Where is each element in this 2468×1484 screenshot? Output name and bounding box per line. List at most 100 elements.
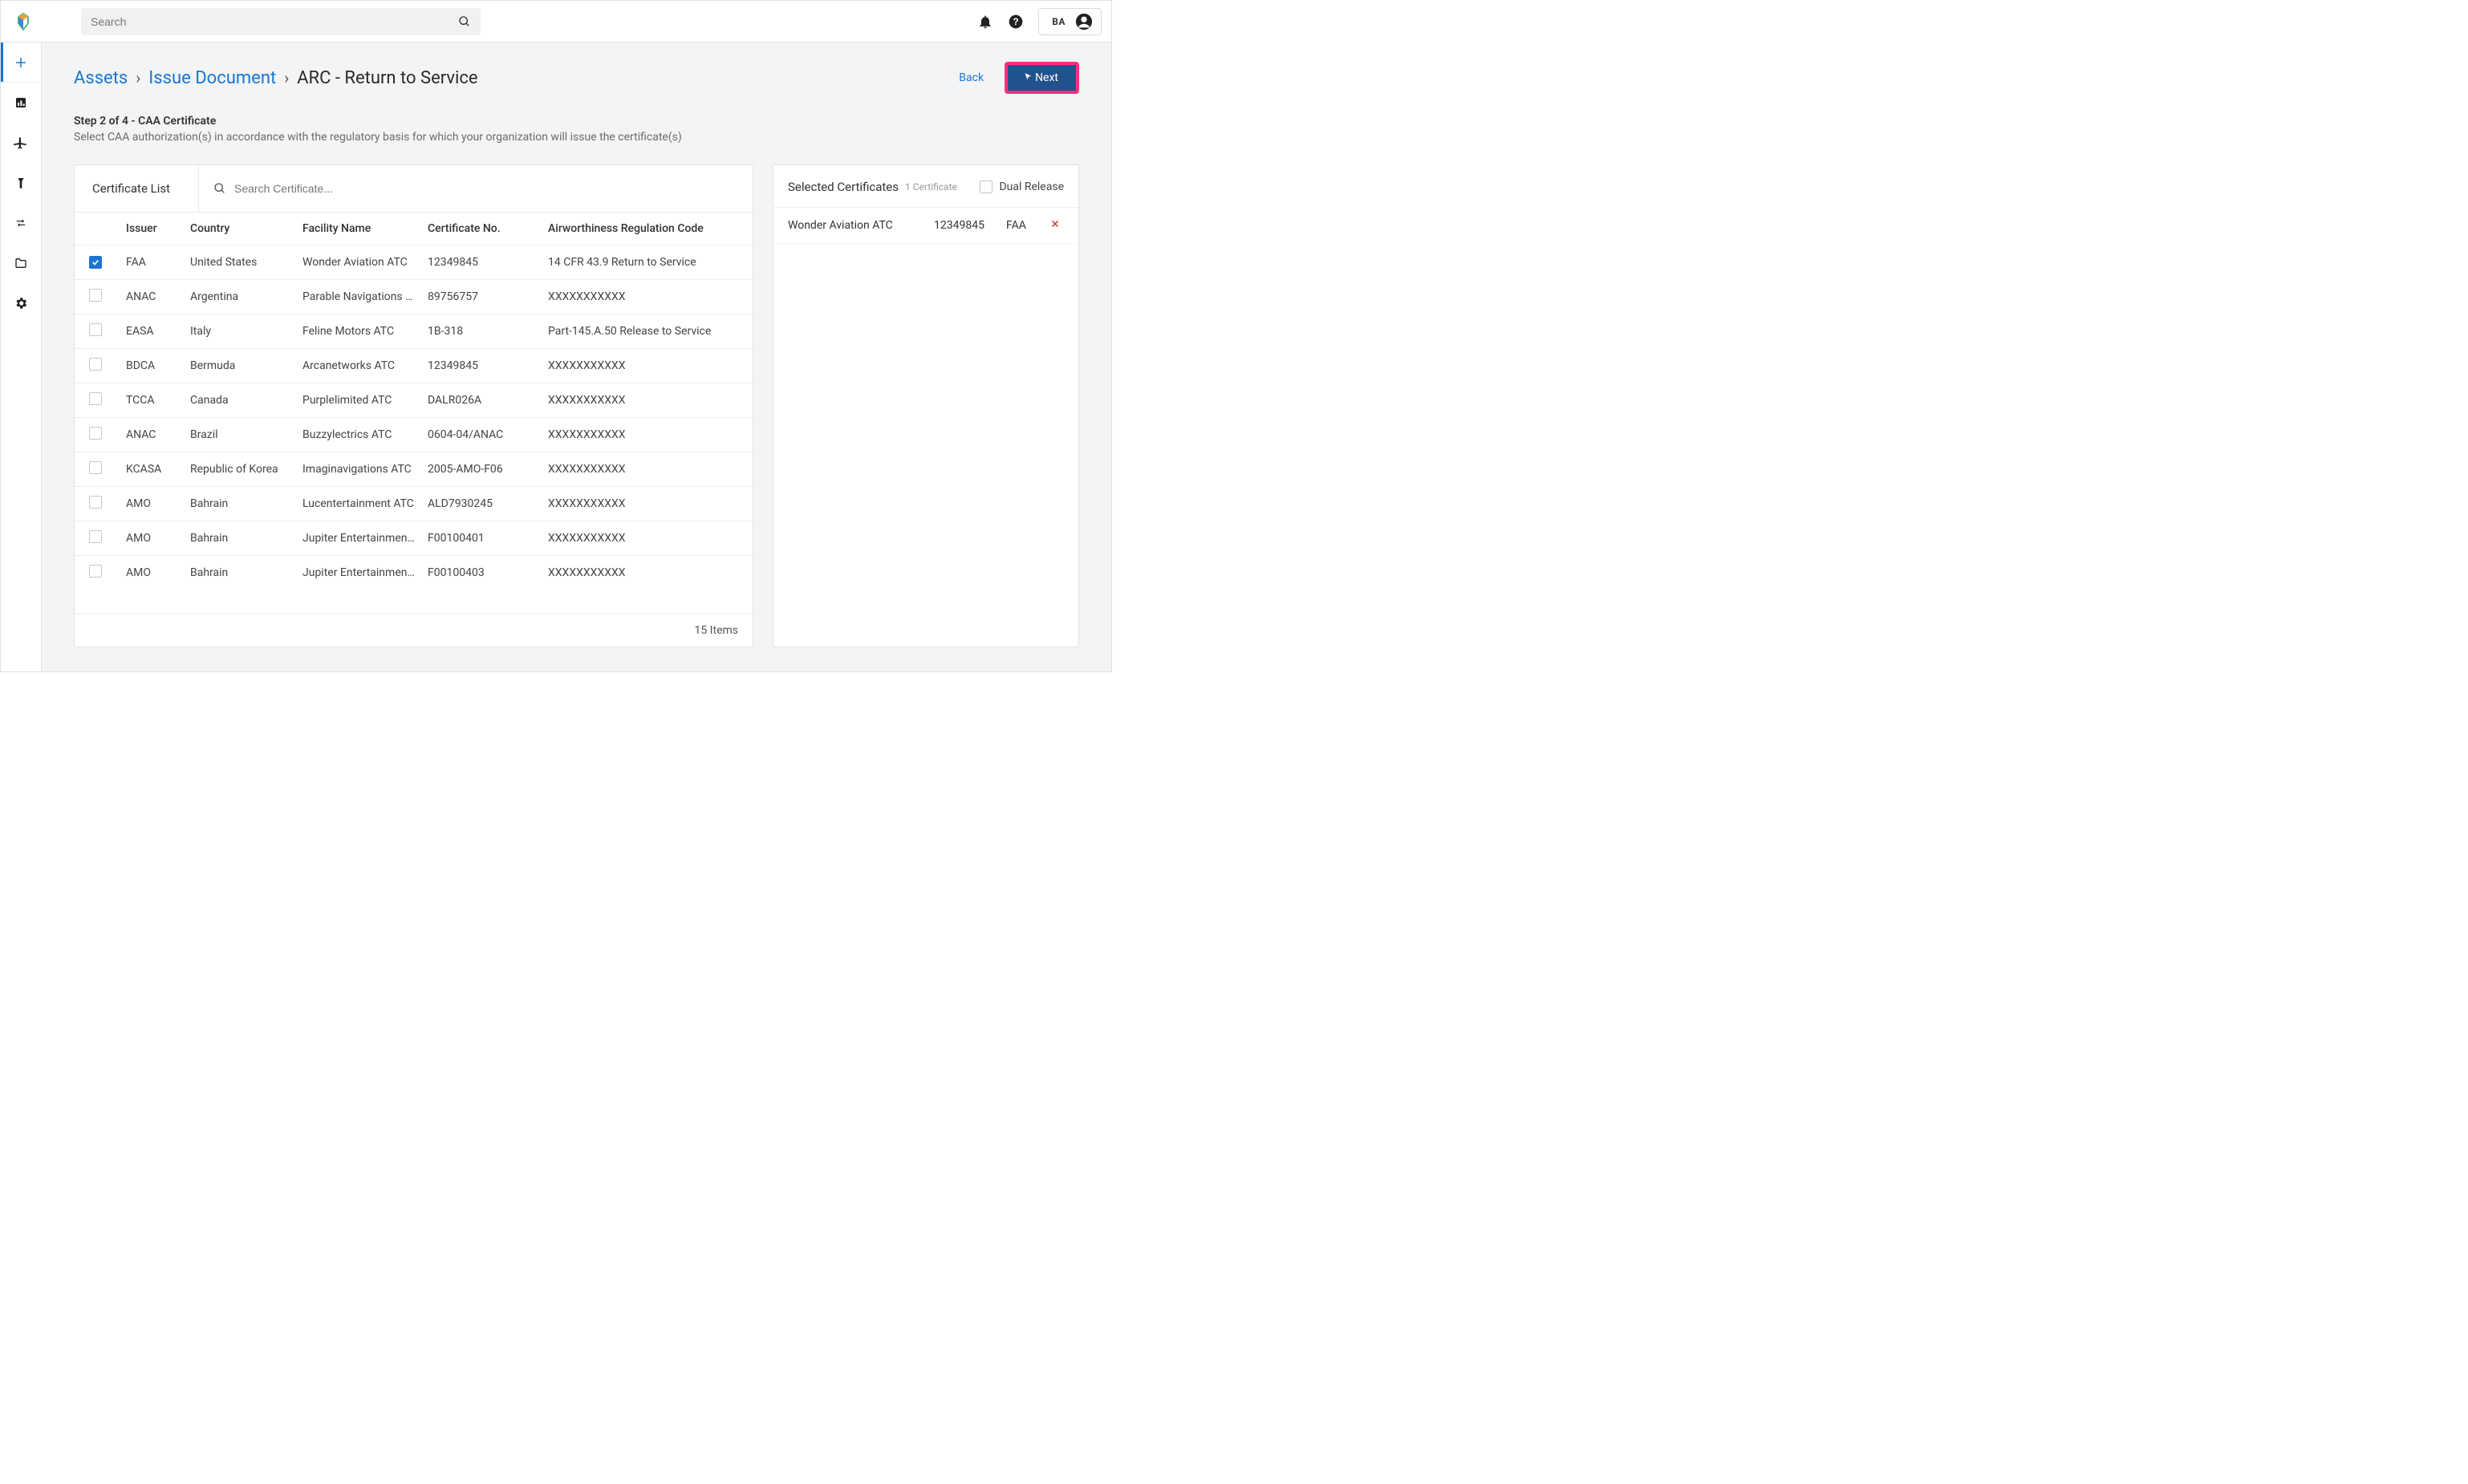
cell-certno: 12349845 [421,256,542,269]
breadcrumb-assets[interactable]: Assets [74,68,128,88]
row-checkbox[interactable] [89,530,102,543]
col-facility: Facility Name [296,222,421,235]
cell-facility: Purplelimited ATC [296,394,421,407]
user-menu[interactable]: BA [1038,8,1102,35]
row-checkbox[interactable] [89,289,102,302]
table-row[interactable]: ANAC Brazil Buzzylectrics ATC 0604-04/AN… [75,417,753,452]
table-row[interactable]: KCASA Republic of Korea Imaginavigations… [75,452,753,486]
breadcrumb-issue-document[interactable]: Issue Document [148,68,276,88]
cell-country: Brazil [184,428,296,441]
search-icon [213,182,226,195]
cell-certno: 12349845 [421,359,542,372]
table-row[interactable]: AMO Bahrain Jupiter Entertainment... F00… [75,555,753,590]
sel-certno: 12349845 [934,219,1006,232]
nav-dashboard[interactable] [1,83,41,123]
cell-facility: Jupiter Entertainment... [296,532,421,545]
nav-settings[interactable] [1,283,41,323]
cell-certno: DALR026A [421,394,542,407]
nav-add[interactable] [1,43,41,83]
cell-issuer: AMO [120,532,184,545]
cell-country: United States [184,256,296,269]
cell-arc: XXXXXXXXXXX [542,463,753,476]
cell-country: Bahrain [184,566,296,579]
next-button[interactable]: Next [1005,62,1079,94]
cell-certno: 0604-04/ANAC [421,428,542,441]
cell-certno: ALD7930245 [421,497,542,510]
cell-facility: Jupiter Entertainment... [296,566,421,579]
row-checkbox[interactable] [89,323,102,336]
global-search[interactable] [81,8,481,35]
table-row[interactable]: EASA Italy Feline Motors ATC 1B-318 Part… [75,314,753,348]
selected-certificates-panel: Selected Certificates 1 Certificate Dual… [773,164,1079,647]
notifications-icon[interactable] [977,14,993,30]
table-row[interactable]: BDCA Bermuda Arcanetworks ATC 12349845 X… [75,348,753,383]
table-header: Issuer Country Facility Name Certificate… [75,213,753,245]
cell-country: Argentina [184,290,296,303]
certificate-list-panel: Certificate List Issuer Country Facility… [74,164,753,647]
row-checkbox[interactable] [89,427,102,440]
nav-folders[interactable] [1,243,41,283]
cell-issuer: FAA [120,256,184,269]
table-row[interactable]: AMO Bahrain Lucentertainment ATC ALD7930… [75,486,753,521]
cell-certno: 2005-AMO-F06 [421,463,542,476]
selected-count: 1 Certificate [905,181,957,193]
cell-arc: XXXXXXXXXXX [542,359,753,372]
nav-transfers[interactable] [1,203,41,243]
user-initials: BA [1052,16,1066,27]
cell-certno: F00100403 [421,566,542,579]
certificate-search-input[interactable] [234,182,738,195]
cell-country: Bahrain [184,497,296,510]
cell-country: Bahrain [184,532,296,545]
cell-issuer: AMO [120,497,184,510]
cell-issuer: KCASA [120,463,184,476]
dual-release-checkbox[interactable] [980,180,992,193]
cell-arc: 14 CFR 43.9 Return to Service [542,256,753,269]
app-logo [14,12,33,31]
cell-arc: XXXXXXXXXXX [542,394,753,407]
table-row[interactable]: TCCA Canada Purplelimited ATC DALR026A X… [75,383,753,417]
topbar: ? BA [1,1,1111,43]
step-description: Select CAA authorization(s) in accordanc… [74,131,1079,144]
main-content: Assets › Issue Document › ARC - Return t… [42,43,1111,671]
selected-row: Wonder Aviation ATC 12349845 FAA [773,208,1078,244]
row-checkbox[interactable] [89,256,102,269]
cell-certno: F00100401 [421,532,542,545]
table-footer: 15 Items [75,614,753,647]
nav-tower[interactable] [1,163,41,203]
cell-facility: Lucentertainment ATC [296,497,421,510]
cell-facility: Buzzylectrics ATC [296,428,421,441]
table-row[interactable]: FAA United States Wonder Aviation ATC 12… [75,245,753,279]
breadcrumb-current: ARC - Return to Service [297,68,477,88]
cell-issuer: ANAC [120,290,184,303]
cell-arc: Part-145.A.50 Release to Service [542,325,753,338]
cell-facility: Wonder Aviation ATC [296,256,421,269]
cell-issuer: AMO [120,566,184,579]
cell-arc: XXXXXXXXXXX [542,428,753,441]
cell-arc: XXXXXXXXXXX [542,290,753,303]
global-search-input[interactable] [91,15,458,28]
back-button[interactable]: Back [959,71,984,84]
cell-issuer: TCCA [120,394,184,407]
row-checkbox[interactable] [89,461,102,474]
row-checkbox[interactable] [89,565,102,578]
cell-facility: Arcanetworks ATC [296,359,421,372]
row-checkbox[interactable] [89,392,102,405]
cell-issuer: ANAC [120,428,184,441]
col-certno: Certificate No. [421,222,542,235]
dual-release-label: Dual Release [999,180,1064,193]
table-row[interactable]: AMO Bahrain Jupiter Entertainment... F00… [75,521,753,555]
cell-country: Canada [184,394,296,407]
search-icon[interactable] [458,15,471,28]
col-country: Country [184,222,296,235]
remove-selected-button[interactable] [1043,219,1067,232]
step-title: Step 2 of 4 - CAA Certificate [74,115,1079,128]
col-arc: Airworthiness Regulation Code [542,222,753,235]
help-icon[interactable]: ? [1008,14,1024,30]
cell-issuer: EASA [120,325,184,338]
row-checkbox[interactable] [89,358,102,371]
left-nav-rail [1,43,42,671]
row-checkbox[interactable] [89,496,102,509]
nav-aircraft[interactable] [1,123,41,163]
table-row[interactable]: ANAC Argentina Parable Navigations A... … [75,279,753,314]
certificate-search[interactable] [199,165,753,212]
